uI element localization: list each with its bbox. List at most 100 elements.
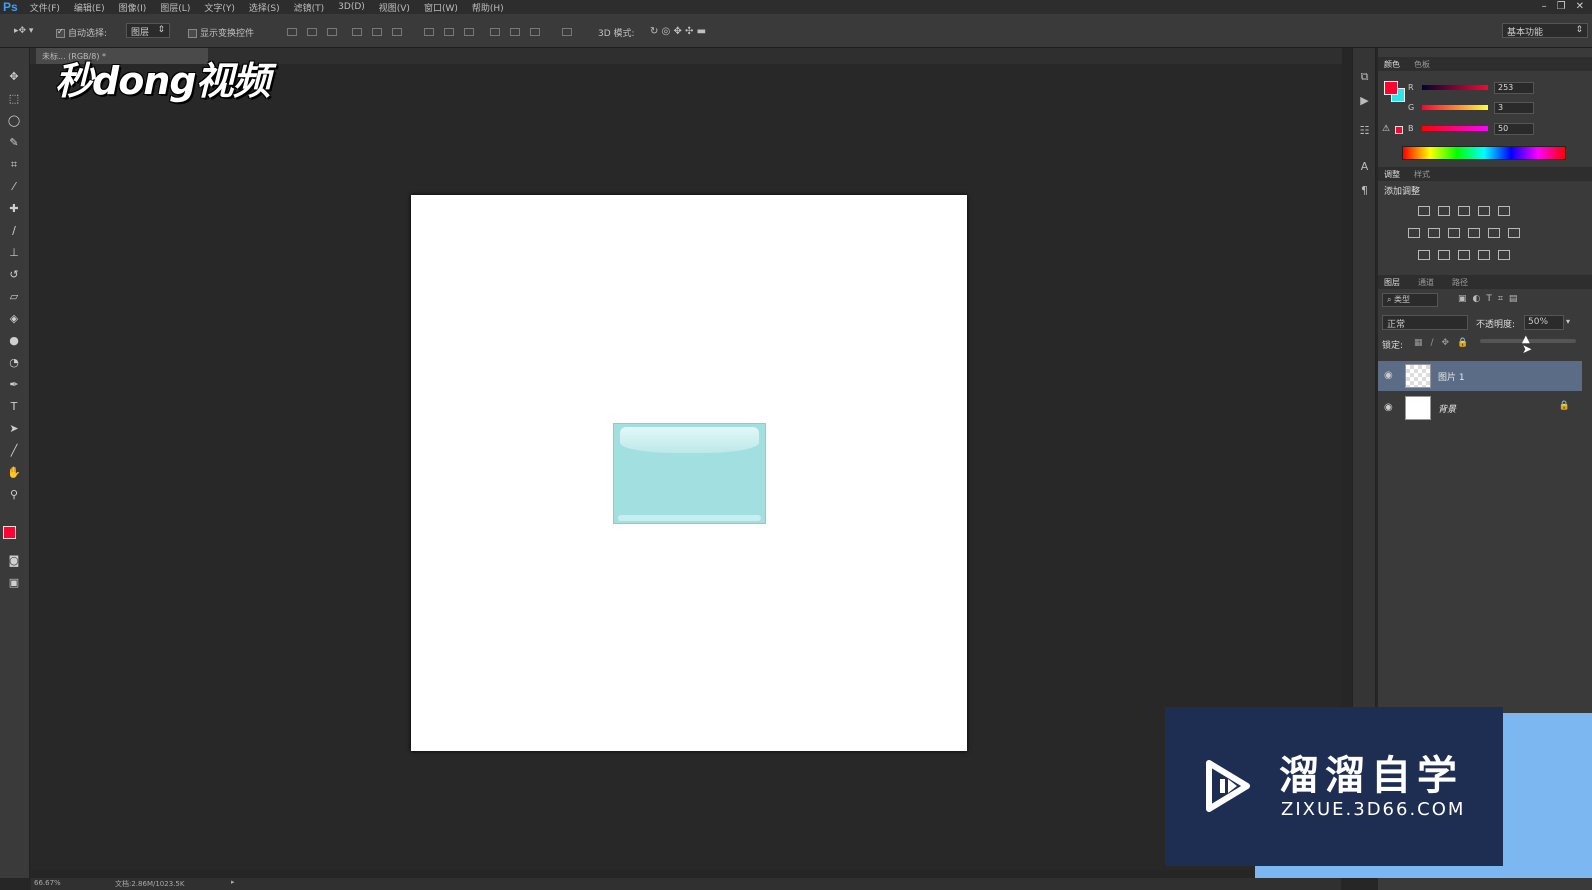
distribute-hcenter-icon[interactable] <box>510 28 520 36</box>
menu-3d[interactable]: 3D(D) <box>338 2 365 12</box>
move-tool-icon[interactable]: ✥ <box>7 70 21 84</box>
align-hcenter-icon[interactable] <box>372 28 382 36</box>
history-panel-icon[interactable]: ⧉ <box>1358 70 1371 83</box>
layer-row-background[interactable]: ◉ 背景 🔒 <box>1378 393 1582 423</box>
green-value-field[interactable]: 3 <box>1494 102 1534 114</box>
tab-color[interactable]: 颜色 <box>1384 59 1400 70</box>
blur-tool-icon[interactable]: ● <box>7 334 21 348</box>
menu-help[interactable]: 帮助(H) <box>472 1 504 14</box>
menu-type[interactable]: 文字(Y) <box>204 1 235 14</box>
distribute-left-icon[interactable] <box>490 28 500 36</box>
menu-image[interactable]: 图像(I) <box>119 1 147 14</box>
opacity-dropdown-icon[interactable]: ▾ <box>1566 317 1570 326</box>
eyedropper-tool-icon[interactable]: ⁄ <box>7 180 21 194</box>
panel-foreground-swatch[interactable] <box>1384 81 1398 95</box>
gradient-map-icon[interactable] <box>1498 250 1510 260</box>
distribute-top-icon[interactable] <box>424 28 434 36</box>
photo-filter-icon[interactable] <box>1468 228 1480 238</box>
selective-color-icon[interactable] <box>1478 250 1490 260</box>
align-right-icon[interactable] <box>392 28 402 36</box>
tab-styles[interactable]: 样式 <box>1414 169 1430 180</box>
threshold-icon[interactable] <box>1458 250 1470 260</box>
color-lookup-icon[interactable] <box>1508 228 1520 238</box>
line-tool-icon[interactable]: ╱ <box>7 444 21 458</box>
zoom-level[interactable]: 66.67% <box>34 879 61 887</box>
auto-select-checkbox[interactable]: 自动选择: <box>56 26 107 39</box>
opacity-field[interactable]: 50% <box>1524 315 1564 330</box>
layer-row-picture1[interactable]: ◉ 图片 1 <box>1378 361 1582 391</box>
layer-name[interactable]: 图片 1 <box>1438 370 1465 383</box>
glass-button-graphic[interactable] <box>613 423 766 524</box>
menu-select[interactable]: 选择(S) <box>249 1 280 14</box>
tab-layers[interactable]: 图层 <box>1384 277 1400 288</box>
exposure-icon[interactable] <box>1478 206 1490 216</box>
lock-options-icons[interactable]: ▦∕✥🔒 <box>1414 338 1476 348</box>
distribute-right-icon[interactable] <box>530 28 540 36</box>
invert-icon[interactable] <box>1418 250 1430 260</box>
hue-saturation-icon[interactable] <box>1408 228 1420 238</box>
curves-icon[interactable] <box>1458 206 1470 216</box>
history-brush-tool-icon[interactable]: ↺ <box>7 268 21 282</box>
crop-tool-icon[interactable]: ⌗ <box>7 158 21 172</box>
dodge-tool-icon[interactable]: ◔ <box>7 356 21 370</box>
restore-icon[interactable]: ❐ <box>1557 0 1566 14</box>
paragraph-panel-icon[interactable]: ¶ <box>1358 184 1371 197</box>
path-select-tool-icon[interactable]: ➤ <box>7 422 21 436</box>
menu-file[interactable]: 文件(F) <box>30 1 60 14</box>
screen-mode-icon[interactable]: ▣ <box>7 576 21 590</box>
tab-channels[interactable]: 通道 <box>1418 277 1434 288</box>
quick-mask-icon[interactable]: ◙ <box>7 554 21 568</box>
pen-tool-icon[interactable]: ✒ <box>7 378 21 392</box>
zoom-tool-icon[interactable]: ⚲ <box>7 488 21 502</box>
color-balance-icon[interactable] <box>1428 228 1440 238</box>
hand-tool-icon[interactable]: ✋ <box>7 466 21 480</box>
menu-edit[interactable]: 编辑(E) <box>74 1 105 14</box>
menu-filter[interactable]: 滤镜(T) <box>294 1 325 14</box>
close-icon[interactable]: ✕ <box>1576 0 1584 14</box>
healing-brush-tool-icon[interactable]: ✚ <box>7 202 21 216</box>
align-top-icon[interactable] <box>287 28 297 36</box>
type-tool-icon[interactable]: T <box>7 400 21 414</box>
blue-slider[interactable] <box>1422 126 1488 131</box>
layer-name[interactable]: 背景 <box>1438 402 1456 415</box>
quick-select-tool-icon[interactable]: ✎ <box>7 136 21 150</box>
foreground-color-swatch[interactable] <box>3 526 16 539</box>
properties-panel-icon[interactable]: ☷ <box>1358 124 1371 137</box>
clone-stamp-tool-icon[interactable]: ⊥ <box>7 246 21 260</box>
actions-panel-icon[interactable]: ▶ <box>1358 94 1371 107</box>
workspace-dropdown[interactable]: 基本功能 ⇕ <box>1502 23 1588 38</box>
blend-mode-dropdown[interactable]: 正常 <box>1382 315 1468 330</box>
red-slider[interactable] <box>1422 85 1488 90</box>
blue-value-field[interactable]: 50 <box>1494 123 1534 135</box>
show-transform-checkbox[interactable]: 显示变换控件 <box>188 26 254 39</box>
eye-icon[interactable]: ◉ <box>1384 370 1393 381</box>
menu-layer[interactable]: 图层(L) <box>160 1 190 14</box>
character-panel-icon[interactable]: A <box>1358 160 1371 173</box>
levels-icon[interactable] <box>1438 206 1450 216</box>
minimize-icon[interactable]: – <box>1542 0 1547 14</box>
menu-view[interactable]: 视图(V) <box>379 1 410 14</box>
channel-mixer-icon[interactable] <box>1488 228 1500 238</box>
tab-paths[interactable]: 路径 <box>1452 277 1468 288</box>
distribute-vcenter-icon[interactable] <box>444 28 454 36</box>
brush-tool-icon[interactable]: ∕ <box>7 224 21 238</box>
align-left-icon[interactable] <box>352 28 362 36</box>
auto-align-icon[interactable] <box>562 28 572 36</box>
eraser-tool-icon[interactable]: ▱ <box>7 290 21 304</box>
vibrance-icon[interactable] <box>1498 206 1510 216</box>
3d-tools-icons[interactable]: ↻ ◎ ✥ ✣ ▬ <box>650 26 706 37</box>
posterize-icon[interactable] <box>1438 250 1450 260</box>
lasso-tool-icon[interactable]: ◯ <box>7 114 21 128</box>
auto-select-dropdown[interactable]: 图层 ⇕ <box>126 23 170 38</box>
align-bottom-icon[interactable] <box>327 28 337 36</box>
layer-filter-icons[interactable]: ▣◐T⌗▤ <box>1458 294 1523 304</box>
menu-window[interactable]: 窗口(W) <box>424 1 458 14</box>
paint-bucket-tool-icon[interactable]: ◈ <box>7 312 21 326</box>
distribute-bottom-icon[interactable] <box>464 28 474 36</box>
status-menu-arrow-icon[interactable]: ▸ <box>231 878 235 886</box>
black-white-icon[interactable] <box>1448 228 1460 238</box>
gamut-color-chip[interactable] <box>1395 126 1403 134</box>
color-spectrum-ramp[interactable] <box>1402 146 1566 160</box>
red-value-field[interactable]: 253 <box>1494 82 1534 94</box>
marquee-tool-icon[interactable]: ⬚ <box>7 92 21 106</box>
